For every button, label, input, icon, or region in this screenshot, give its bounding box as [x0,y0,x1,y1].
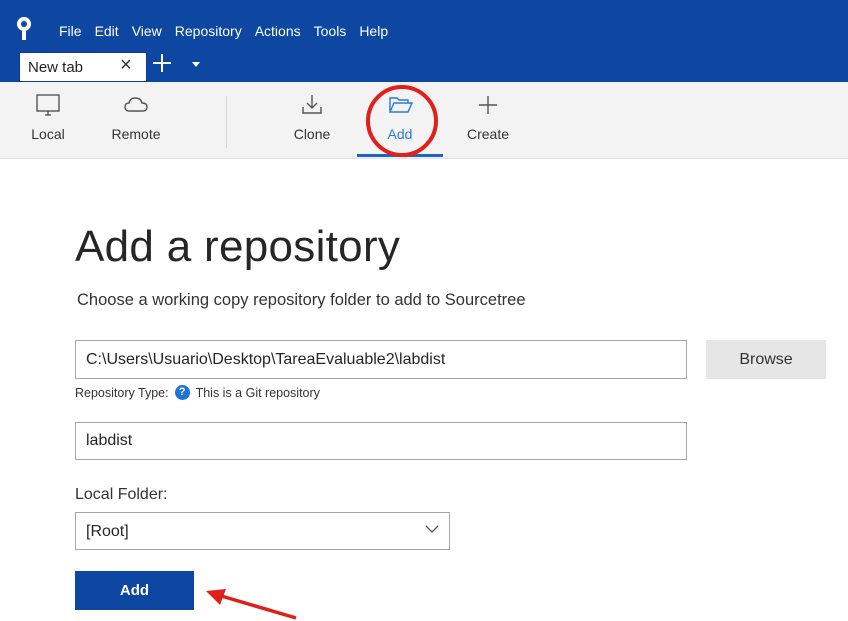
tab-new-tab[interactable]: New tab × [19,52,147,82]
menu-help[interactable]: Help [359,22,388,40]
toolbar-remote-button[interactable]: Remote [96,92,176,156]
menu-repository[interactable]: Repository [175,22,242,40]
repository-type-row: Repository Type: ? This is a Git reposit… [75,385,320,400]
close-icon[interactable]: × [120,54,132,77]
annotation-arrow [206,589,297,620]
toolbar-remote-label: Remote [111,126,161,142]
tab-label: New tab [28,59,84,76]
plus-icon [479,96,497,114]
annotation-circle [366,85,438,157]
add-button[interactable]: Add [75,571,194,610]
help-icon[interactable]: ? [174,385,190,400]
menu-bar: File Edit View Repository Actions Tools … [59,22,401,40]
cloud-icon [124,97,148,112]
toolbar-local-label: Local [31,126,65,142]
toolbar-create-button[interactable]: Create [448,92,528,156]
repository-name-input[interactable] [75,422,687,460]
repository-type-label: Repository Type: [75,385,169,400]
menu-edit[interactable]: Edit [95,22,119,40]
download-icon [302,95,322,114]
repository-type-value: This is a Git repository [195,385,320,400]
local-folder-select[interactable]: [Root] [75,512,450,550]
title-bar: File Edit View Repository Actions Tools … [0,0,848,82]
chevron-down-icon [425,525,439,533]
menu-file[interactable]: File [59,22,82,40]
chevron-down-icon[interactable] [190,60,202,70]
local-folder-label: Local Folder: [75,486,168,503]
page-title: Add a repository [75,222,401,271]
toolbar-create-label: Create [466,126,510,142]
page-subtitle: Choose a working copy repository folder … [77,291,526,309]
menu-actions[interactable]: Actions [255,22,301,40]
menu-view[interactable]: View [132,22,162,40]
toolbar-clone-button[interactable]: Clone [272,92,352,156]
repository-path-input[interactable] [75,340,687,379]
local-folder-value: [Root] [86,523,129,540]
toolbar-local-button[interactable]: Local [8,92,88,156]
browse-button[interactable]: Browse [706,340,826,379]
add-tab-icon[interactable] [151,50,173,76]
toolbar-divider [226,96,227,148]
monitor-icon [36,94,60,116]
menu-tools[interactable]: Tools [314,22,347,40]
sourcetree-logo-icon [17,17,31,40]
toolbar-clone-label: Clone [293,126,331,142]
